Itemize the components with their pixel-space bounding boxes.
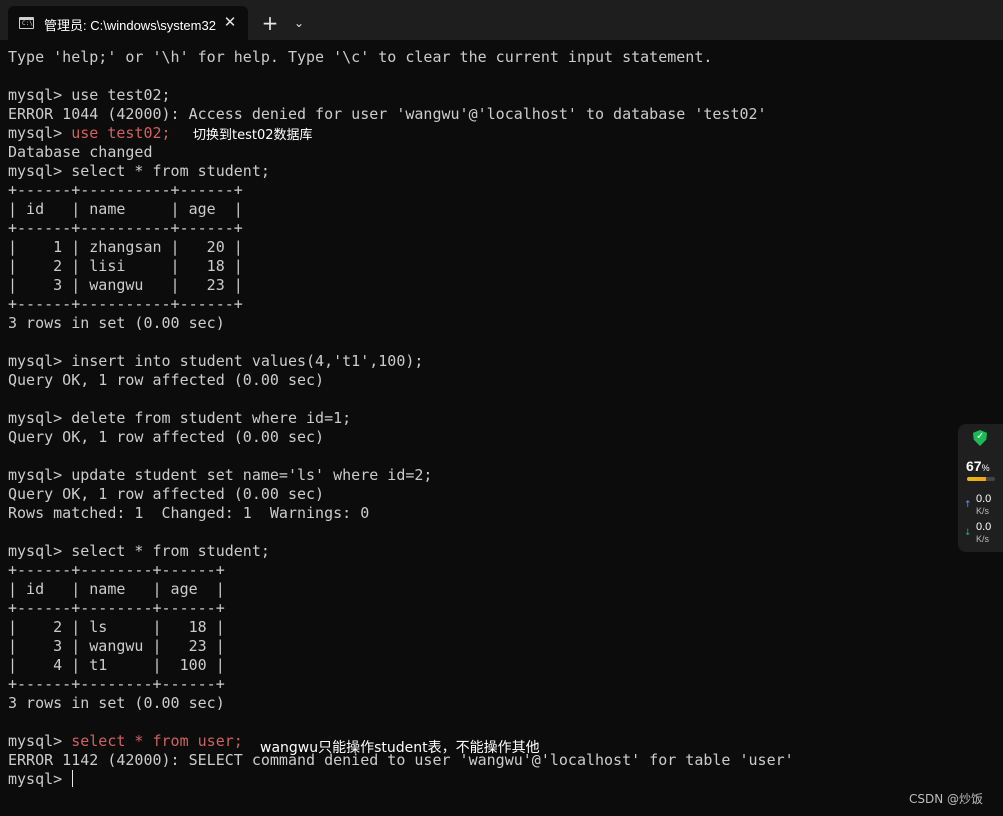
new-tab-button[interactable]: +: [258, 12, 282, 34]
table-border: +------+--------+------+: [8, 675, 225, 693]
download-speed: 0.0: [976, 521, 992, 533]
terminal-icon-text: C:\: [22, 20, 33, 27]
terminal-line: Query OK, 1 row affected (0.00 sec): [8, 485, 325, 503]
table-border: +------+----------+------+: [8, 219, 243, 237]
table-border: +------+----------+------+: [8, 181, 243, 199]
terminal-line: mysql> insert into student values(4,'t1'…: [8, 352, 424, 370]
table-border: +------+----------+------+: [8, 295, 243, 313]
terminal-line: Query OK, 1 row affected (0.00 sec): [8, 371, 325, 389]
prompt: mysql>: [8, 770, 72, 788]
terminal-line: Type 'help;' or '\h' for help. Type '\c'…: [8, 48, 713, 66]
terminal-line: mysql> use test02;: [8, 86, 171, 104]
tab-title: 管理员: C:\windows\system32: [44, 18, 216, 33]
download-unit: K/s: [976, 534, 990, 544]
table-header: | id | name | age |: [8, 580, 225, 598]
terminal-line: Database changed: [8, 143, 153, 161]
usage-bar: [967, 477, 995, 481]
terminal-line: mysql> update student set name='ls' wher…: [8, 466, 433, 484]
terminal-line: Query OK, 1 row affected (0.00 sec): [8, 428, 325, 446]
terminal-output[interactable]: Type 'help;' or '\h' for help. Type '\c'…: [8, 48, 998, 789]
usage-bar-fill: [967, 477, 986, 481]
terminal-line: ERROR 1044 (42000): Access denied for us…: [8, 105, 767, 123]
table-header: | id | name | age |: [8, 200, 243, 218]
usage-percent: 67%: [966, 458, 990, 474]
download-arrow-icon: ↓: [964, 528, 972, 538]
terminal-line: mysql> delete from student where id=1;: [8, 409, 352, 427]
terminal-line-highlighted: mysql> use test02;: [8, 124, 998, 143]
upload-unit: K/s: [976, 506, 990, 516]
watermark: CSDN @炒饭: [909, 792, 984, 806]
table-row: | 3 | wangwu | 23 |: [8, 276, 243, 294]
usage-percent-unit: %: [981, 463, 990, 473]
annotation-switch-db: 切换到test02数据库: [193, 128, 313, 143]
terminal-line: Rows matched: 1 Changed: 1 Warnings: 0: [8, 504, 370, 522]
upload-speed: 0.0: [976, 493, 992, 505]
highlighted-command: use test02;: [71, 124, 171, 142]
text-cursor: [72, 770, 74, 787]
table-row: | 3 | wangwu | 23 |: [8, 637, 225, 655]
title-bar: C:\ 管理员: C:\windows\system32 ✕ + ⌄: [0, 0, 1003, 40]
check-icon: ✓: [976, 431, 985, 442]
table-border: +------+--------+------+: [8, 599, 225, 617]
terminal-icon: C:\: [19, 17, 34, 29]
upload-arrow-icon: ↑: [964, 500, 972, 510]
terminal-tab[interactable]: C:\ 管理员: C:\windows\system32 ✕: [8, 6, 248, 40]
terminal-input-line[interactable]: mysql>: [8, 770, 998, 789]
table-row: | 4 | t1 | 100 |: [8, 656, 225, 674]
table-border: +------+--------+------+: [8, 561, 225, 579]
terminal-line: mysql> select * from student;: [8, 542, 270, 560]
annotation-permission-note: wangwu只能操作student表，不能操作其他: [260, 740, 540, 756]
terminal-line: 3 rows in set (0.00 sec): [8, 314, 225, 332]
table-row: | 2 | lisi | 18 |: [8, 257, 243, 275]
system-monitor-widget[interactable]: ✓ 67% ↑ 0.0 K/s ↓ 0.0 K/s: [958, 424, 1003, 552]
usage-percent-value: 67: [966, 458, 982, 474]
terminal-line: mysql> select * from student;: [8, 162, 270, 180]
prompt: mysql>: [8, 124, 72, 142]
prompt: mysql>: [8, 732, 72, 750]
tab-dropdown-chevron-icon[interactable]: ⌄: [289, 12, 309, 34]
table-row: | 2 | ls | 18 |: [8, 618, 225, 636]
close-tab-icon[interactable]: ✕: [220, 12, 240, 32]
highlighted-command: select * from user;: [71, 732, 243, 750]
terminal-line: 3 rows in set (0.00 sec): [8, 694, 225, 712]
table-row: | 1 | zhangsan | 20 |: [8, 238, 243, 256]
